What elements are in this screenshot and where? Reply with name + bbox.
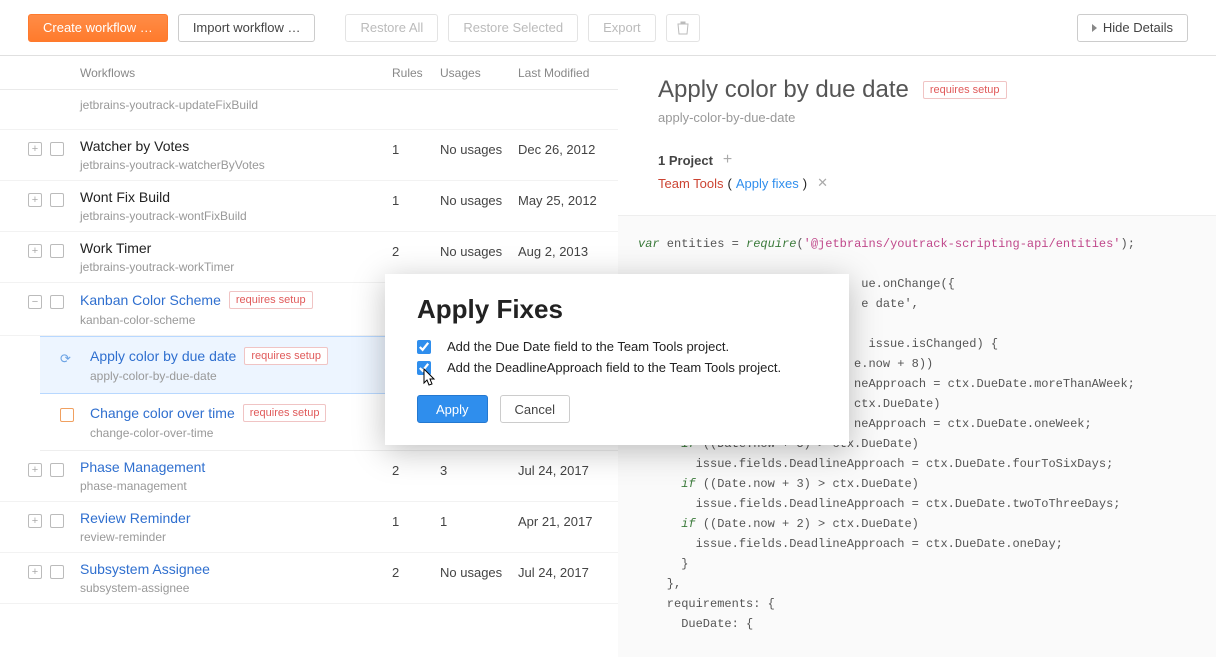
expand-icon[interactable]: + <box>28 142 42 156</box>
workflow-id: subsystem-assignee <box>80 581 392 595</box>
last-modified: Apr 21, 2017 <box>518 510 618 529</box>
hide-details-label: Hide Details <box>1103 20 1173 35</box>
workflow-row[interactable]: + Watcher by Votes jetbrains-youtrack-wa… <box>0 130 618 181</box>
expand-icon[interactable]: + <box>28 193 42 207</box>
workflow-row[interactable]: + Review Reminder review-reminder 1 1 Ap… <box>0 502 618 553</box>
last-modified: Jul 24, 2017 <box>518 561 618 580</box>
usages: No usages <box>440 561 518 580</box>
workflow-title: Watcher by Votes <box>80 138 392 154</box>
rules-count: 1 <box>392 138 440 157</box>
project-name[interactable]: Team Tools <box>658 176 724 191</box>
last-modified: Jul 24, 2017 <box>518 459 618 478</box>
remove-project-icon[interactable]: ✕ <box>817 175 828 191</box>
workflow-title: Review Reminder <box>80 510 392 526</box>
workflow-row[interactable]: jetbrains-youtrack-updateFixBuild <box>0 90 618 130</box>
fix-checkbox[interactable] <box>417 361 431 375</box>
rule-icon: ⟳ <box>60 351 71 367</box>
apply-button[interactable]: Apply <box>417 395 488 423</box>
import-workflow-button[interactable]: Import workflow … <box>178 14 316 42</box>
header-rules: Rules <box>392 66 440 80</box>
requires-setup-badge: requires setup <box>229 291 313 309</box>
expand-icon[interactable]: + <box>28 514 42 528</box>
dialog-title: Apply Fixes <box>417 294 817 325</box>
fix-item: Add the DeadlineApproach field to the Te… <box>417 360 817 375</box>
checkbox[interactable] <box>50 463 64 477</box>
workflow-title: Subsystem Assignee <box>80 561 392 577</box>
checkbox[interactable] <box>50 142 64 156</box>
usages: No usages <box>440 138 518 157</box>
chevron-right-icon <box>1092 24 1097 32</box>
usages: 3 <box>440 459 518 478</box>
projects-section: 1 Project + Team Tools ( Apply fixes ) ✕ <box>658 151 1216 191</box>
workflow-title: Kanban Color Scheme requires setup <box>80 291 392 309</box>
fix-label: Add the DeadlineApproach field to the Te… <box>447 360 781 375</box>
header-workflows: Workflows <box>80 66 392 80</box>
create-workflow-button[interactable]: Create workflow … <box>28 14 168 42</box>
restore-selected-button[interactable]: Restore Selected <box>448 14 578 42</box>
expand-icon[interactable]: + <box>28 463 42 477</box>
collapse-icon[interactable]: − <box>28 295 42 309</box>
checkbox[interactable] <box>50 565 64 579</box>
toolbar: Create workflow … Import workflow … Rest… <box>0 0 1216 56</box>
workflow-row[interactable]: + Wont Fix Build jetbrains-youtrack-wont… <box>0 181 618 232</box>
delete-button[interactable] <box>666 14 700 42</box>
workflow-title: Wont Fix Build <box>80 189 392 205</box>
workflow-id: jetbrains-youtrack-wontFixBuild <box>80 209 392 223</box>
rules-count: 1 <box>392 510 440 529</box>
checkbox[interactable] <box>50 193 64 207</box>
apply-fixes-dialog: Apply Fixes Add the Due Date field to th… <box>385 274 849 445</box>
usages: 1 <box>440 510 518 529</box>
workflow-id: phase-management <box>80 479 392 493</box>
column-headers: Workflows Rules Usages Last Modified <box>0 56 618 90</box>
usages: No usages <box>440 240 518 259</box>
fix-label: Add the Due Date field to the Team Tools… <box>447 339 729 354</box>
header-usages: Usages <box>440 66 518 80</box>
rules-count: 2 <box>392 240 440 259</box>
detail-title: Apply color by due date requires setup <box>658 76 1216 104</box>
export-button[interactable]: Export <box>588 14 656 42</box>
workflow-id: jetbrains-youtrack-workTimer <box>80 260 392 274</box>
apply-fixes-link[interactable]: Apply fixes <box>736 176 799 191</box>
rules-count: 1 <box>392 189 440 208</box>
expand-icon[interactable]: + <box>28 244 42 258</box>
last-modified: May 25, 2012 <box>518 189 618 208</box>
usages: No usages <box>440 189 518 208</box>
workflow-row[interactable]: + Subsystem Assignee subsystem-assignee … <box>0 553 618 604</box>
restore-all-button[interactable]: Restore All <box>345 14 438 42</box>
fix-item: Add the Due Date field to the Team Tools… <box>417 339 817 354</box>
checkbox[interactable] <box>50 244 64 258</box>
cancel-button[interactable]: Cancel <box>500 395 570 423</box>
add-project-icon[interactable]: + <box>723 151 732 169</box>
requires-setup-badge: requires setup <box>243 404 327 422</box>
header-modified: Last Modified <box>518 66 618 80</box>
rule-icon <box>60 408 74 422</box>
project-count: 1 Project <box>658 153 713 168</box>
rules-count: 2 <box>392 459 440 478</box>
requires-setup-badge: requires setup <box>923 81 1007 99</box>
workflow-id: review-reminder <box>80 530 392 544</box>
checkbox[interactable] <box>50 295 64 309</box>
rules-count: 2 <box>392 561 440 580</box>
workflow-id: kanban-color-scheme <box>80 313 392 327</box>
workflow-row[interactable]: + Phase Management phase-management 2 3 … <box>0 451 618 502</box>
last-modified: Dec 26, 2012 <box>518 138 618 157</box>
requires-setup-badge: requires setup <box>244 347 328 365</box>
fix-checkbox[interactable] <box>417 340 431 354</box>
expand-icon[interactable]: + <box>28 565 42 579</box>
checkbox[interactable] <box>50 514 64 528</box>
workflow-id: jetbrains-youtrack-watcherByVotes <box>80 158 392 172</box>
last-modified: Aug 2, 2013 <box>518 240 618 259</box>
workflow-id: jetbrains-youtrack-updateFixBuild <box>80 98 392 112</box>
detail-id: apply-color-by-due-date <box>658 110 1216 125</box>
hide-details-button[interactable]: Hide Details <box>1077 14 1188 42</box>
workflow-title: Phase Management <box>80 459 392 475</box>
workflow-title: Work Timer <box>80 240 392 256</box>
